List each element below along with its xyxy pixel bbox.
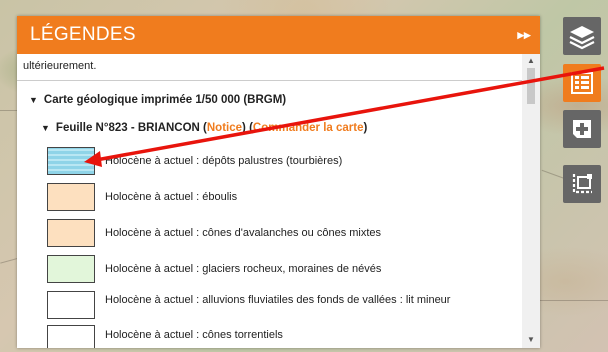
- annotation-arrow-icon: [84, 66, 605, 167]
